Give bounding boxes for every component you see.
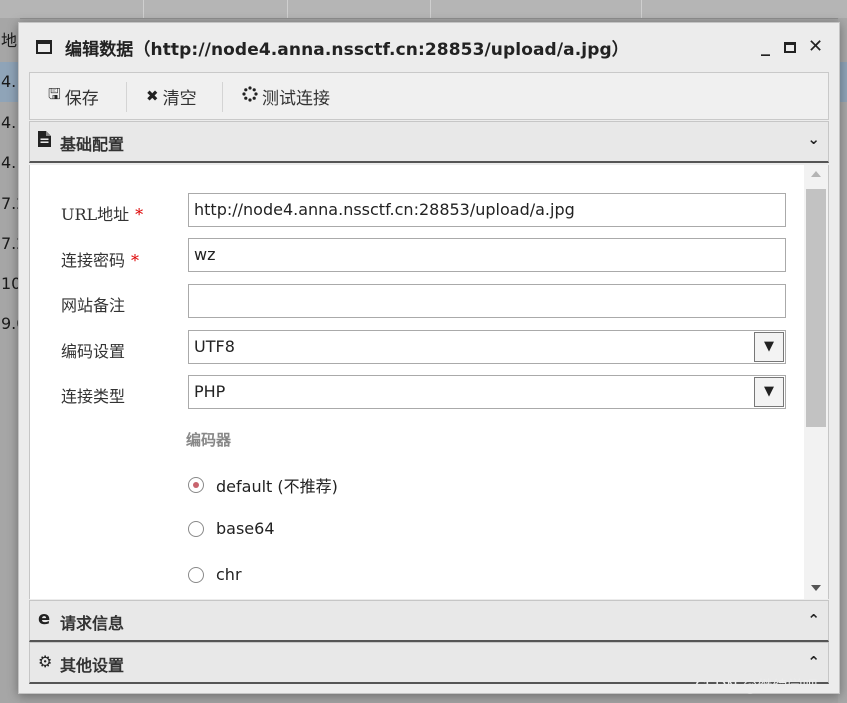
watermark: CSDN @继续学吧 (695, 677, 818, 695)
radio-unselected[interactable] (188, 566, 204, 583)
encoding-label: 编码设置 (61, 342, 126, 361)
password-label: 连接密码 * (61, 251, 140, 270)
gears-icon: ⚙ (38, 652, 53, 671)
bg-table-header (0, 0, 847, 19)
encoder-option-label: base64 (216, 519, 275, 538)
scrollbar-thumb[interactable] (806, 189, 826, 427)
title-bar[interactable]: 编辑数据（http://node4.anna.nssctf.cn:28853/u… (19, 23, 839, 71)
edge-browser-icon: e (38, 608, 51, 629)
toolbar-divider (222, 82, 223, 112)
document-icon (38, 131, 51, 151)
encoder-option-chr[interactable]: chr (188, 565, 242, 584)
encoding-value: UTF8 (194, 337, 235, 356)
toolbar: 🖫 保存 ✖ 清空 测试连接 (29, 72, 829, 120)
url-input[interactable]: http://node4.anna.nssctf.cn:28853/upload… (188, 193, 786, 227)
window-icon (36, 40, 52, 54)
section-request-info[interactable]: e 请求信息 ⌃ (29, 600, 829, 642)
required-marker: * (135, 205, 144, 224)
chevron-up-icon: ⌃ (807, 653, 820, 671)
test-connection-label: 测试连接 (262, 88, 330, 109)
clear-button[interactable]: ✖ 清空 (146, 84, 197, 109)
scroll-up-arrow-icon[interactable] (811, 171, 821, 177)
chevron-down-icon: ⌄ (807, 130, 820, 148)
chevron-up-icon: ⌃ (807, 611, 820, 629)
edit-data-dialog: 编辑数据（http://node4.anna.nssctf.cn:28853/u… (18, 22, 840, 694)
maximize-button[interactable] (784, 42, 796, 53)
encoder-option-base64[interactable]: base64 (188, 519, 275, 538)
chevron-down-icon[interactable]: ▼ (754, 332, 784, 362)
x-icon: ✖ (146, 87, 159, 105)
encoding-select[interactable]: UTF8 ▼ (188, 330, 786, 364)
toolbar-divider (126, 82, 127, 112)
section-basic-config[interactable]: 基础配置 ⌄ (29, 121, 829, 163)
vertical-scrollbar[interactable] (804, 165, 828, 599)
section-other-label: 其他设置 (60, 656, 125, 675)
connection-type-label: 连接类型 (61, 387, 126, 406)
password-input[interactable]: wz (188, 238, 786, 272)
required-marker: * (131, 251, 140, 270)
basic-config-panel: URL地址 * http://node4.anna.nssctf.cn:28853… (29, 165, 829, 599)
scroll-down-arrow-icon[interactable] (811, 585, 821, 591)
encoder-option-label: chr (216, 565, 242, 584)
section-request-label: 请求信息 (60, 614, 125, 633)
dialog-title: 编辑数据（http://node4.anna.nssctf.cn:28853/u… (65, 40, 629, 60)
chevron-down-icon[interactable]: ▼ (754, 377, 784, 407)
close-button[interactable]: ✕ (808, 36, 823, 58)
site-note-input[interactable] (188, 284, 786, 318)
encoder-label: 编码器 (186, 431, 232, 449)
connection-type-value: PHP (194, 382, 226, 401)
site-note-label: 网站备注 (61, 296, 126, 315)
encoder-option-default[interactable]: default (不推荐) (188, 473, 338, 497)
floppy-disk-icon: 🖫 (48, 84, 61, 103)
save-label: 保存 (64, 88, 99, 109)
connection-type-select[interactable]: PHP ▼ (188, 375, 786, 409)
save-button[interactable]: 🖫 保存 (48, 84, 99, 109)
encoder-option-label: default (不推荐) (216, 477, 338, 496)
url-label: URL地址 * (61, 205, 144, 224)
spinner-icon (242, 86, 258, 106)
minimize-button[interactable]: _ (761, 36, 770, 58)
clear-label: 清空 (162, 88, 197, 109)
test-connection-button[interactable]: 测试连接 (242, 84, 330, 109)
radio-unselected[interactable] (188, 520, 204, 537)
radio-selected[interactable] (188, 477, 204, 493)
section-basic-label: 基础配置 (60, 135, 125, 154)
